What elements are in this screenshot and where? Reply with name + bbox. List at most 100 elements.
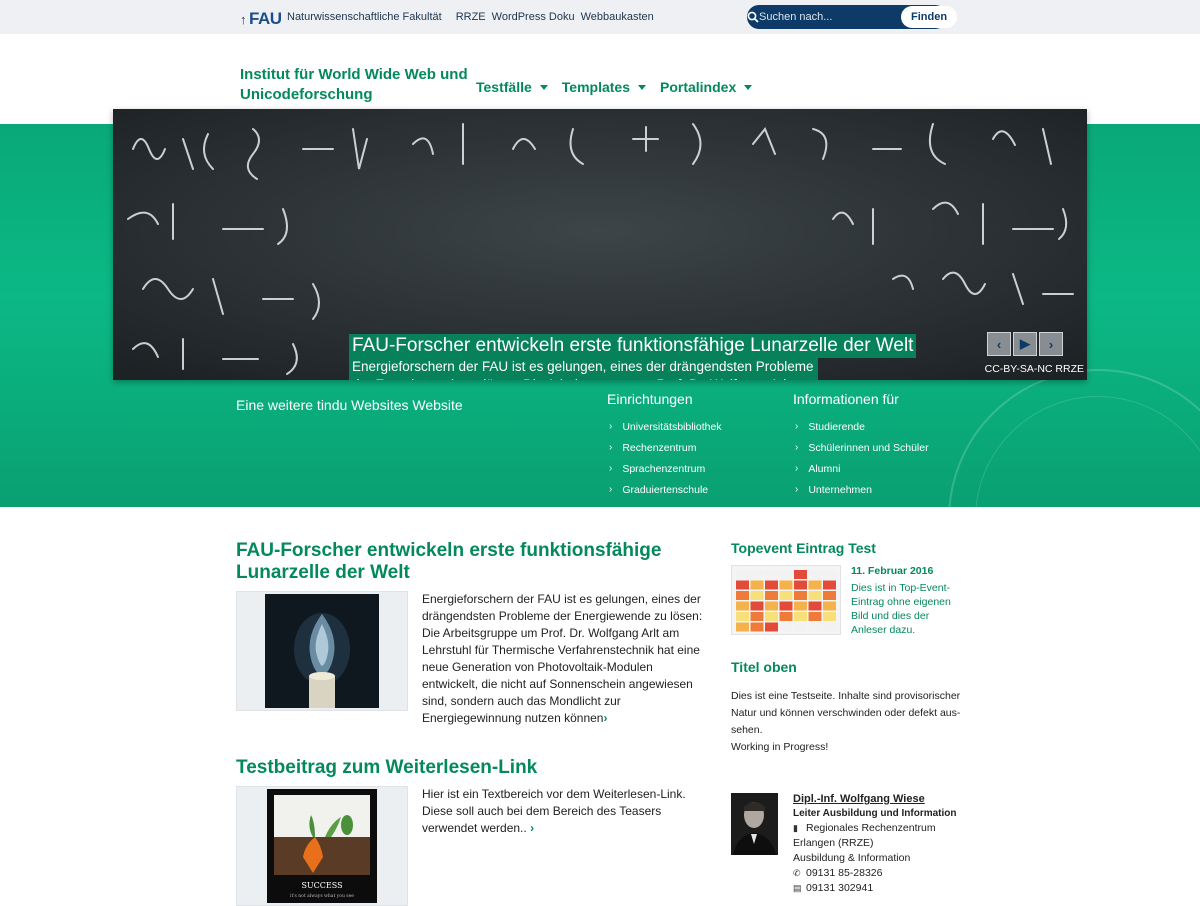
search-icon (747, 11, 759, 23)
contact-fax: ▤ 09131 302941 (793, 881, 957, 896)
meta-links: Naturwissenschaftliche Fakultät RRZE Wor… (287, 11, 654, 23)
caret-down-icon (637, 84, 646, 90)
informationen-item[interactable]: › Alumni (793, 458, 929, 479)
calendar-cell (794, 591, 807, 600)
calendar-cell (736, 612, 749, 621)
contact-portrait (731, 793, 778, 855)
calendar-image[interactable] (731, 565, 841, 635)
building-icon: ▮ (793, 823, 798, 833)
calendar-cell (779, 612, 793, 621)
calendar-cell (794, 612, 807, 621)
hero-title[interactable]: FAU-Forscher entwickeln erste funktionsf… (349, 334, 917, 358)
chevron-right-icon: › (609, 484, 613, 495)
calendar-cell (823, 570, 836, 579)
chevron-right-icon[interactable]: › (1039, 332, 1063, 356)
meta-link-rrze[interactable]: RRZE (456, 11, 486, 23)
hero-slider: FAU-Forscher entwickeln erste funktionsf… (113, 109, 1087, 380)
calendar-cell (794, 622, 807, 632)
einrichtungen-label: Sprachenzentrum (622, 462, 706, 475)
calendar-cell (808, 570, 822, 579)
informationen-item[interactable]: › Schülerinnen und Schüler (793, 437, 929, 458)
informationen-label: Alumni (808, 462, 841, 475)
event-title[interactable]: Topevent Eintrag Test (731, 540, 961, 556)
calendar-cell (736, 580, 749, 590)
calendar-cell (736, 601, 749, 611)
contact-name[interactable]: Dipl.-Inf. Wolfgang Wiese (793, 793, 957, 805)
einrichtungen-item[interactable]: › Sprachenzentrum (607, 458, 722, 479)
calendar-cell (808, 591, 822, 600)
calendar-cell (794, 580, 807, 590)
contact-org-line: Erlangen (RRZE) (793, 837, 874, 849)
post-excerpt-text: Energieforschern der FAU ist es gelungen… (422, 592, 703, 725)
calendar-cell (765, 570, 778, 579)
poster-caption: SUCCESS (301, 881, 342, 890)
informationen-item[interactable]: › Unternehmen (793, 479, 929, 500)
calendar-cell (736, 591, 749, 600)
read-more-icon[interactable]: › (527, 821, 534, 835)
einrichtungen-label: Graduiertenschule (622, 483, 709, 496)
contact-card: Dipl.-Inf. Wolfgang Wiese Leiter Ausbild… (731, 793, 961, 896)
einrichtungen-item[interactable]: › Rechenzentrum (607, 437, 722, 458)
section-text-line: Dies ist eine Testseite. Inhalte sind pr… (731, 690, 961, 736)
calendar-heatmap-image (732, 566, 840, 634)
contact-phone-number[interactable]: 09131 85-28326 (806, 867, 883, 879)
chevron-left-icon[interactable]: ‹ (987, 332, 1011, 356)
chevron-right-icon: › (609, 421, 613, 432)
meta-bar: ↑ FAU Naturwissenschaftliche Fakultät RR… (0, 0, 1200, 34)
chevron-right-icon: › (609, 442, 613, 453)
informationen-label: Unternehmen (808, 483, 872, 496)
calendar-cell (765, 580, 778, 590)
meta-link-faculty[interactable]: Naturwissenschaftliche Fakultät (287, 11, 442, 23)
meta-link-wordpress-doku[interactable]: WordPress Doku (492, 11, 575, 23)
read-more-icon[interactable]: › (603, 711, 607, 725)
person-photo (731, 793, 778, 855)
post-title[interactable]: FAU-Forscher entwickeln erste funktionsf… (236, 540, 708, 584)
informationen-item[interactable]: › Studierende (793, 416, 929, 437)
einrichtungen-item[interactable]: › Universitätsbibliothek (607, 416, 722, 437)
calendar-cell (779, 580, 793, 590)
calendar-cell (779, 622, 793, 632)
caret-down-icon (539, 84, 548, 90)
post-thumbnail[interactable] (236, 591, 408, 711)
event-description[interactable]: Dies ist in Top-Event-Eintrag ohne eigen… (851, 581, 961, 637)
contact-phone: ✆ 09131 85-28326 (793, 866, 957, 881)
hero-text: Energieforschern der FAU ist es gelungen… (349, 358, 818, 380)
calendar-cell (750, 570, 764, 579)
nav-label: Testfälle (476, 79, 532, 95)
meta-link-webbaukasten[interactable]: Webbaukasten (581, 11, 654, 23)
hero-caption: FAU-Forscher entwickeln erste funktionsf… (349, 334, 917, 380)
nav-item-portalindex[interactable]: Portalindex (660, 79, 753, 95)
einrichtungen-item[interactable]: › Graduiertenschule (607, 479, 722, 500)
post-title[interactable]: Testbeitrag zum Weiterlesen-Link (236, 757, 708, 779)
search-input[interactable] (759, 11, 901, 23)
post-thumbnail[interactable]: SUCCESS it's not always what you see (236, 786, 408, 906)
calendar-cell (823, 612, 836, 621)
calendar-cell (750, 591, 764, 600)
section-text: Dies ist eine Testseite. Inhalte sind pr… (731, 688, 961, 756)
fau-logo[interactable]: ↑ FAU (240, 9, 282, 29)
phone-icon: ✆ (793, 868, 801, 878)
einrichtungen-title: Einrichtungen (607, 391, 693, 407)
nav-item-testfaelle[interactable]: Testfälle (476, 79, 548, 95)
einrichtungen-label: Rechenzentrum (622, 441, 697, 454)
event-teaser: 11. Februar 2016 Dies ist in Top-Event-E… (731, 565, 961, 637)
calendar-cell (779, 570, 793, 579)
calendar-cell (823, 622, 836, 632)
calendar-cell (750, 612, 764, 621)
play-icon[interactable]: ▶ (1013, 332, 1037, 356)
nav-item-templates[interactable]: Templates (562, 79, 646, 95)
fax-icon: ▤ (793, 883, 802, 893)
fau-logo-text: FAU (249, 9, 282, 28)
informationen-title: Informationen für (793, 391, 899, 407)
calendar-cell (765, 591, 778, 600)
section-title: Titel oben (731, 659, 797, 675)
search-button[interactable]: Finden (901, 6, 958, 28)
chevron-right-icon: › (609, 463, 613, 474)
calendar-cell (750, 601, 764, 611)
calendar-cell (823, 601, 836, 611)
site-title[interactable]: Institut für World Wide Web und Unicodef… (240, 65, 470, 105)
contact-org: ▮ Regionales Rechenzentrum (793, 821, 957, 836)
search-form: Finden (747, 5, 958, 29)
main-content: FAU-Forscher entwickeln erste funktionsf… (236, 540, 708, 906)
chevron-right-icon: › (795, 421, 799, 432)
